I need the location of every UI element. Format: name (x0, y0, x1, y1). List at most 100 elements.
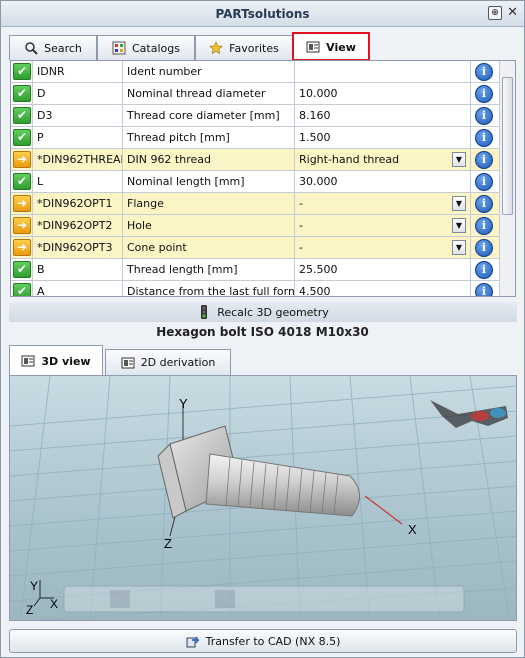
param-code: P (33, 127, 123, 149)
table-row[interactable]: ✔ IDNR Ident number i (11, 61, 500, 83)
pin-icon[interactable]: ⊕ (488, 6, 502, 20)
param-description: DIN 962 thread (123, 149, 295, 171)
info-icon[interactable]: i (475, 151, 493, 169)
param-value: - (299, 197, 303, 210)
param-value-field[interactable]: 1.500 (295, 127, 471, 149)
toolbar-section-icon[interactable] (215, 590, 235, 608)
transfer-label: Transfer to CAD (NX 8.5) (205, 634, 341, 648)
tab-3d-view-label: 3D view (41, 354, 91, 368)
dropdown-arrow-icon[interactable]: ▼ (452, 196, 466, 211)
recalc-label: Recalc 3D geometry (217, 305, 329, 319)
3d-viewport[interactable]: Y Z X Y Z X (9, 375, 517, 621)
table-row[interactable]: ✔ D Nominal thread diameter 10.000 i (11, 83, 500, 105)
table-row[interactable]: ➜ *DIN962OPT2 Hole - ▼ i (11, 215, 500, 237)
table-scrollbar[interactable] (499, 61, 515, 296)
view-tabs: 3D view 2D derivation (9, 345, 517, 376)
info-icon[interactable]: i (475, 217, 493, 235)
table-row[interactable]: ➜ *DIN962OPT3 Cone point - ▼ i (11, 237, 500, 259)
info-icon[interactable]: i (475, 261, 493, 279)
checkmark-icon: ✔ (13, 63, 31, 80)
param-code: D3 (33, 105, 123, 127)
tab-catalogs[interactable]: Catalogs (97, 35, 195, 60)
table-row[interactable]: ➜ *DIN962THREAD DIN 962 thread Right-hand t… (11, 149, 500, 171)
triad-z-label: Z (26, 603, 33, 617)
info-icon[interactable]: i (475, 129, 493, 147)
param-code: L (33, 171, 123, 193)
status-cell: ➜ (11, 149, 33, 171)
tab-search[interactable]: Search (9, 35, 97, 60)
status-cell: ➜ (11, 215, 33, 237)
param-value-select[interactable]: Right-hand thread ▼ (295, 149, 471, 171)
tab-view[interactable]: View (292, 32, 370, 61)
param-description: Thread length [mm] (123, 259, 295, 281)
param-value-select[interactable]: - ▼ (295, 215, 471, 237)
param-code: A (33, 281, 123, 296)
parameter-table: ✔ IDNR Ident number i ✔ D Nominal thread diame… (10, 60, 516, 297)
transfer-to-cad-button[interactable]: Transfer to CAD (NX 8.5) (9, 629, 517, 653)
axis-y-label: Y (179, 396, 188, 411)
dropdown-arrow-icon[interactable]: ▼ (452, 240, 466, 255)
param-description: Hole (123, 215, 295, 237)
param-value-field[interactable]: 30.000 (295, 171, 471, 193)
close-icon[interactable]: ✕ (507, 5, 518, 20)
tab-view-label: View (326, 40, 356, 54)
param-code: B (33, 259, 123, 281)
status-cell: ✔ (11, 61, 33, 83)
param-description: Cone point (123, 237, 295, 259)
param-value-select[interactable]: - ▼ (295, 237, 471, 259)
info-icon[interactable]: i (475, 63, 493, 81)
param-code: IDNR (33, 61, 123, 83)
partsolutions-window: PARTsolutions ⊕ ✕ Search Catalogs Favori… (0, 0, 525, 658)
param-value: - (299, 219, 303, 232)
tab-3d-view[interactable]: 3D view (9, 345, 103, 376)
checkmark-icon: ✔ (13, 261, 31, 278)
recalc-3d-button[interactable]: Recalc 3D geometry (9, 302, 517, 322)
tab-favorites[interactable]: Favorites (195, 35, 293, 60)
param-value: 25.500 (299, 263, 338, 276)
param-code: *DIN962OPT3 (33, 237, 123, 259)
param-description: Ident number (123, 61, 295, 83)
param-value-field[interactable]: 8.160 (295, 105, 471, 127)
status-cell: ✔ (11, 259, 33, 281)
table-row[interactable]: ✔ D3 Thread core diameter [mm] 8.160 i (11, 105, 500, 127)
table-row[interactable]: ✔ B Thread length [mm] 25.500 i (11, 259, 500, 281)
param-value-field[interactable]: 10.000 (295, 83, 471, 105)
scrollbar-thumb[interactable] (502, 77, 513, 215)
tab-catalogs-label: Catalogs (132, 41, 180, 55)
table-row[interactable]: ✔ P Thread pitch [mm] 1.500 i (11, 127, 500, 149)
param-value: 30.000 (299, 175, 338, 188)
3d-glasses-icon[interactable] (430, 400, 508, 428)
info-icon[interactable]: i (475, 107, 493, 125)
view-toolbar (63, 585, 465, 613)
arrow-right-icon: ➜ (13, 239, 31, 256)
toolbar-cylinder-icon[interactable] (110, 590, 130, 608)
status-cell: ✔ (11, 83, 33, 105)
info-icon[interactable]: i (475, 195, 493, 213)
param-code: D (33, 83, 123, 105)
status-cell: ➜ (11, 237, 33, 259)
status-cell: ➜ (11, 193, 33, 215)
param-value-select[interactable]: - ▼ (295, 193, 471, 215)
arrow-right-icon: ➜ (13, 195, 31, 212)
dropdown-arrow-icon[interactable]: ▼ (452, 218, 466, 233)
status-cell: ✔ (11, 127, 33, 149)
info-icon[interactable]: i (475, 85, 493, 103)
axis-x-label: X (408, 522, 417, 537)
param-code: *DIN962OPT1 (33, 193, 123, 215)
dropdown-arrow-icon[interactable]: ▼ (452, 152, 466, 167)
param-value-field[interactable]: 25.500 (295, 259, 471, 281)
table-row[interactable]: ➜ *DIN962OPT1 Flange - ▼ i (11, 193, 500, 215)
part-title: Hexagon bolt ISO 4018 M10x30 (156, 325, 369, 339)
traffic-light-icon (201, 305, 208, 319)
param-value-field[interactable]: 4.500 (295, 281, 471, 296)
coordinate-triad: Y Z X (26, 579, 58, 617)
param-value-field[interactable] (295, 61, 471, 83)
info-icon[interactable]: i (475, 239, 493, 257)
info-icon[interactable]: i (475, 283, 493, 296)
info-icon[interactable]: i (475, 173, 493, 191)
table-row[interactable]: ✔ L Nominal length [mm] 30.000 i (11, 171, 500, 193)
param-value: Right-hand thread (299, 153, 400, 166)
table-row[interactable]: ✔ADistance from the last full form t... 4… (11, 281, 500, 296)
param-description: Nominal length [mm] (123, 171, 295, 193)
tab-2d-derivation[interactable]: 2D derivation (105, 349, 231, 375)
